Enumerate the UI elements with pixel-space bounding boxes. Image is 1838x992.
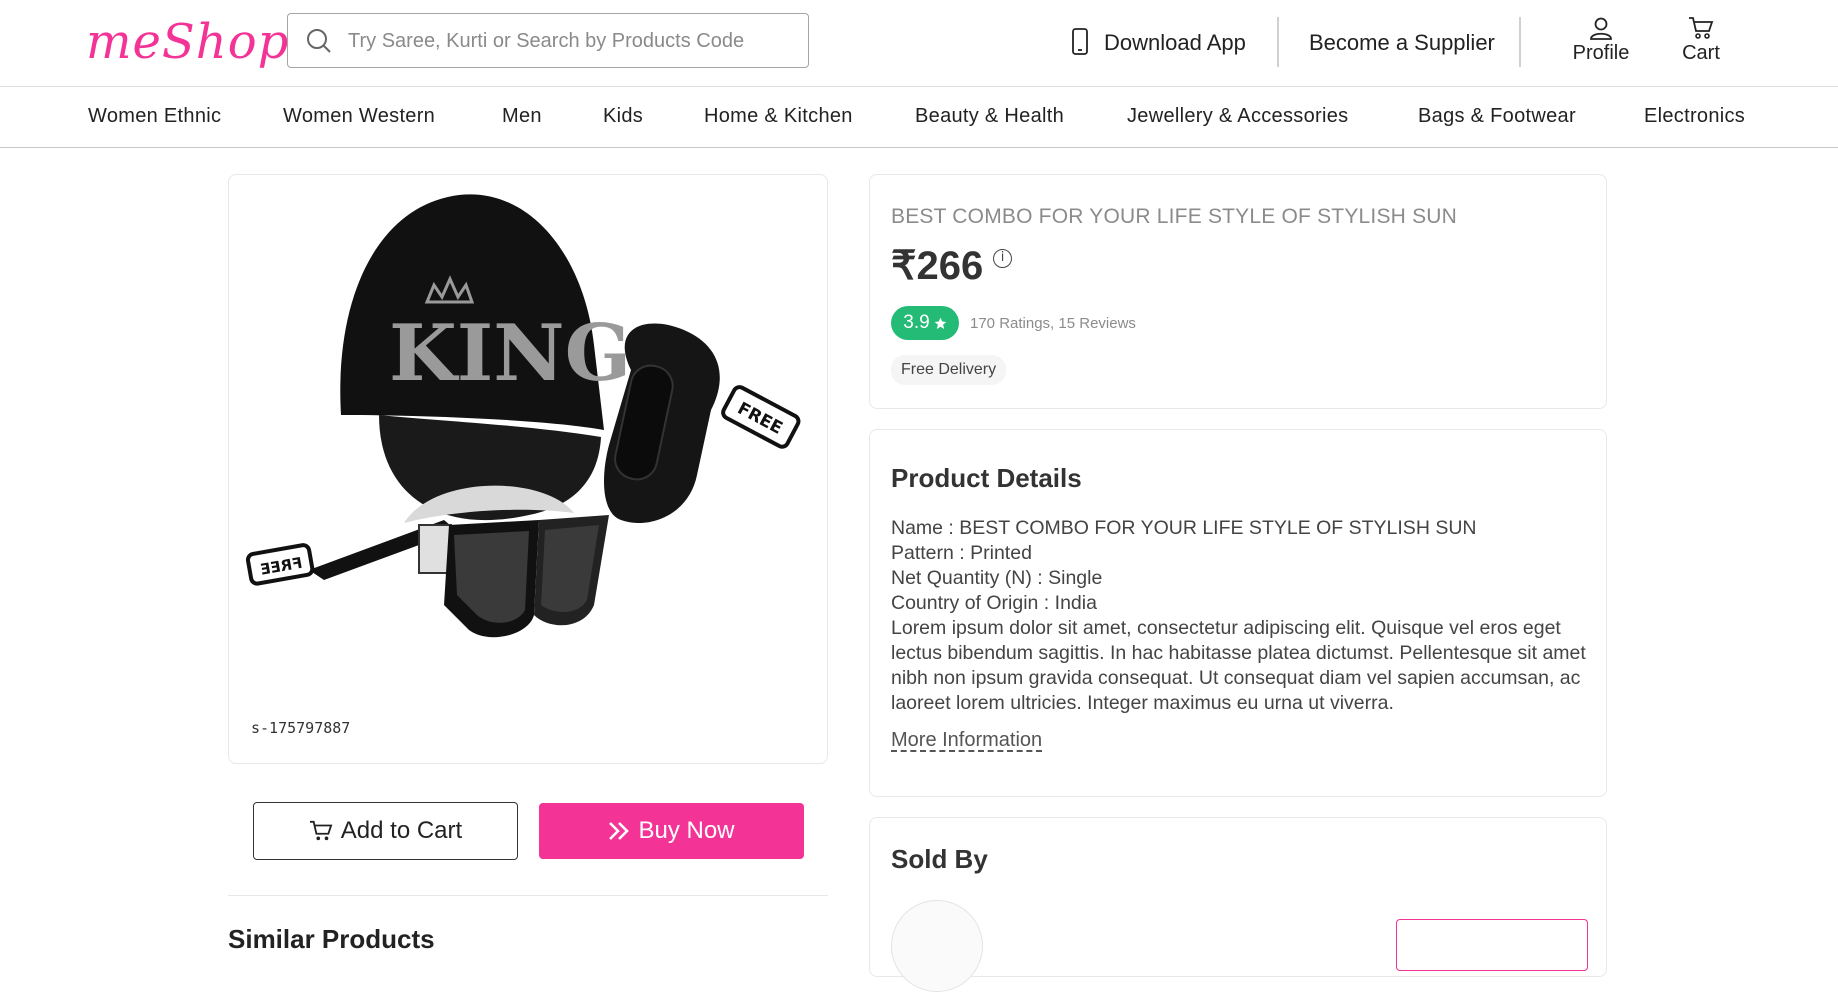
detail-net-quantity: Net Quantity (N) : Single	[891, 567, 1103, 589]
product-details-text: Name : BEST COMBO FOR YOUR LIFE STYLE OF…	[891, 516, 1591, 716]
brand-logo[interactable]: meShop	[86, 14, 289, 70]
category-bags-footwear[interactable]: Bags & Footwear	[1418, 105, 1576, 128]
action-buttons: Add to Cart Buy Now	[228, 780, 828, 896]
ratings-reviews-count: 170 Ratings, 15 Reviews	[970, 315, 1136, 332]
cap-illustration: KING	[340, 194, 631, 523]
sunglasses-illustration	[309, 515, 609, 638]
free-delivery-badge: Free Delivery	[891, 355, 1007, 385]
more-information-link[interactable]: More Information	[891, 729, 1042, 752]
product-summary-card: BEST COMBO FOR YOUR LIFE STYLE OF STYLIS…	[869, 174, 1607, 409]
product-price: ₹266	[891, 244, 984, 288]
user-icon	[1590, 17, 1612, 40]
info-icon[interactable]: i	[993, 249, 1012, 268]
product-image: KING FREE FREE	[245, 194, 801, 638]
product-image-card[interactable]: KING FREE FREE s-175797887	[228, 174, 828, 764]
category-women-western[interactable]: Women Western	[283, 105, 435, 128]
top-header: meShop Download App Become a Supplier Pr…	[0, 0, 1838, 87]
buy-now-label: Buy Now	[638, 817, 735, 844]
rating-badge: 3.9	[891, 306, 959, 340]
category-jewellery-accessories[interactable]: Jewellery & Accessories	[1127, 105, 1348, 128]
category-kids[interactable]: Kids	[603, 105, 643, 128]
sold-by-heading: Sold By	[891, 844, 988, 874]
cart-button[interactable]: Cart	[1678, 16, 1724, 65]
rating-value: 3.9	[903, 312, 930, 333]
double-chevron-right-icon	[609, 822, 630, 840]
detail-name: Name : BEST COMBO FOR YOUR LIFE STYLE OF…	[891, 517, 1477, 539]
free-tag-left: FREE	[245, 543, 315, 586]
product-code-watermark: s-175797887	[251, 719, 351, 737]
product-details-heading: Product Details	[891, 463, 1082, 493]
cart-icon	[309, 820, 333, 841]
cart-icon	[1689, 17, 1714, 39]
seller-avatar	[891, 900, 983, 992]
category-electronics[interactable]: Electronics	[1644, 105, 1745, 128]
product-title: BEST COMBO FOR YOUR LIFE STYLE OF STYLIS…	[891, 205, 1458, 228]
search-box[interactable]	[287, 13, 809, 68]
category-beauty-health[interactable]: Beauty & Health	[915, 105, 1064, 128]
detail-description: Lorem ipsum dolor sit amet, consectetur …	[891, 617, 1586, 714]
seller-action-button[interactable]	[1396, 919, 1588, 971]
similar-products-heading: Similar Products	[228, 924, 435, 954]
category-women-ethnic[interactable]: Women Ethnic	[88, 105, 221, 128]
star-icon	[934, 317, 947, 329]
category-nav: Women Ethnic Women Western Men Kids Home…	[0, 87, 1838, 148]
detail-pattern: Pattern : Printed	[891, 542, 1032, 564]
cart-label: Cart	[1682, 42, 1720, 64]
become-supplier-link[interactable]: Become a Supplier	[1309, 30, 1495, 56]
mobile-phone-icon	[1072, 28, 1088, 55]
header-divider	[1277, 17, 1279, 67]
header-divider	[1519, 17, 1521, 67]
svg-text:KING: KING	[389, 308, 631, 399]
product-details-card: Product Details Name : BEST COMBO FOR YO…	[869, 429, 1607, 797]
profile-label: Profile	[1572, 42, 1630, 64]
profile-button[interactable]: Profile	[1570, 16, 1632, 65]
search-icon	[307, 29, 331, 53]
add-to-cart-label: Add to Cart	[340, 817, 463, 844]
add-to-cart-button[interactable]: Add to Cart	[253, 802, 518, 860]
category-men[interactable]: Men	[502, 105, 542, 128]
buy-now-button[interactable]: Buy Now	[539, 803, 804, 859]
free-tag-right: FREE	[721, 385, 801, 449]
download-app-label: Download App	[1104, 30, 1246, 55]
sold-by-card: Sold By	[869, 817, 1607, 992]
detail-country-of-origin: Country of Origin : India	[891, 592, 1097, 614]
category-home-kitchen[interactable]: Home & Kitchen	[704, 105, 853, 128]
search-input[interactable]	[346, 25, 790, 57]
